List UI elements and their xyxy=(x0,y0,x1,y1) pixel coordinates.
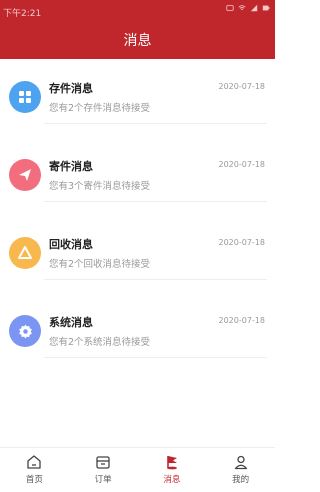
paper-plane-icon xyxy=(9,159,41,191)
grid-icon xyxy=(9,81,41,113)
message-description: 您有3个寄件消息待接受 xyxy=(49,181,151,192)
signal-icon xyxy=(250,4,258,12)
tab-label: 首页 xyxy=(25,475,43,485)
box-icon xyxy=(96,456,110,469)
message-description: 您有2个回收消息待接受 xyxy=(49,259,151,270)
tab-label: 消息 xyxy=(163,475,181,485)
message-date: 2020-07-18 xyxy=(218,82,266,91)
divider xyxy=(44,123,267,124)
message-list: 存件消息 2020-07-18 您有2个存件消息待接受 寄件消息 2020-07… xyxy=(0,60,275,372)
tab-profile[interactable]: 我的 xyxy=(206,448,275,492)
message-item-storage[interactable]: 存件消息 2020-07-18 您有2个存件消息待接受 xyxy=(0,60,275,138)
message-date: 2020-07-18 xyxy=(218,316,266,325)
message-item-system[interactable]: 系统消息 2020-07-18 您有2个系统消息待接受 xyxy=(0,294,275,372)
message-title: 存件消息 xyxy=(49,82,93,95)
gear-icon xyxy=(9,315,41,347)
tab-bar: 首页 订单 消息 我的 xyxy=(0,447,275,492)
battery-saver-icon xyxy=(226,5,234,11)
battery-icon xyxy=(262,5,270,11)
status-time: 下午2:21 xyxy=(3,9,42,19)
divider xyxy=(44,279,267,280)
home-icon xyxy=(27,455,42,469)
tab-label: 订单 xyxy=(94,475,112,485)
header-bar: 下午2:21 消息 xyxy=(0,0,275,59)
tab-messages[interactable]: 消息 xyxy=(138,448,207,492)
divider xyxy=(44,201,267,202)
message-description: 您有2个存件消息待接受 xyxy=(49,103,151,114)
divider xyxy=(44,357,267,358)
message-description: 您有2个系统消息待接受 xyxy=(49,337,151,348)
message-date: 2020-07-18 xyxy=(218,160,266,169)
status-bar: 下午2:21 xyxy=(0,0,275,22)
message-date: 2020-07-18 xyxy=(218,238,266,247)
status-icons xyxy=(226,4,270,12)
recycle-icon xyxy=(9,237,41,269)
wifi-icon xyxy=(238,5,246,10)
page-title: 消息 xyxy=(123,33,152,49)
flag-icon xyxy=(166,456,177,470)
message-title: 寄件消息 xyxy=(49,160,93,173)
message-title: 系统消息 xyxy=(49,316,93,329)
message-title: 回收消息 xyxy=(49,238,93,251)
tab-label: 我的 xyxy=(232,475,250,485)
tab-orders[interactable]: 订单 xyxy=(69,448,138,492)
message-item-send[interactable]: 寄件消息 2020-07-18 您有3个寄件消息待接受 xyxy=(0,138,275,216)
tab-home[interactable]: 首页 xyxy=(0,448,69,492)
message-item-recycle[interactable]: 回收消息 2020-07-18 您有2个回收消息待接受 xyxy=(0,216,275,294)
user-icon xyxy=(234,455,247,470)
